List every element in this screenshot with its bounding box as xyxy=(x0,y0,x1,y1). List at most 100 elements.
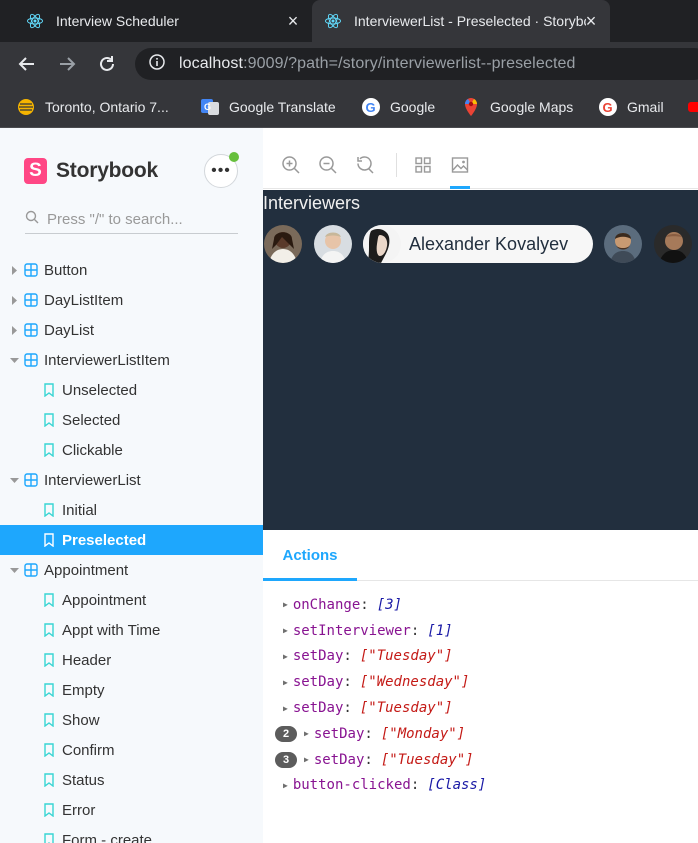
zoom-in-icon[interactable] xyxy=(280,154,302,176)
active-tool-indicator xyxy=(450,186,470,189)
sidebar-component[interactable]: Button xyxy=(0,255,263,285)
grid-icon[interactable] xyxy=(412,154,434,176)
sidebar-story[interactable]: Clickable xyxy=(0,435,263,465)
sidebar-story[interactable]: Appt with Time xyxy=(0,615,263,645)
selected-interviewer[interactable]: Alexander Kovalyev xyxy=(363,225,593,263)
address-bar: localhost:9009/?path=/story/interviewerl… xyxy=(0,42,698,86)
expand-arrow-icon[interactable]: ▶ xyxy=(304,755,309,764)
action-args: ["Tuesday"] xyxy=(359,648,453,665)
action-log-entry[interactable]: 2 ▶ setDay: ["Monday"] xyxy=(263,721,698,747)
zoom-out-icon[interactable] xyxy=(317,154,339,176)
image-background-icon[interactable] xyxy=(449,154,471,176)
separator: : xyxy=(343,700,352,717)
tab-title: Interview Scheduler xyxy=(56,13,179,29)
sidebar-story[interactable]: Appointment xyxy=(0,585,263,615)
action-name: setDay xyxy=(313,725,365,742)
sidebar-story[interactable]: Empty xyxy=(0,675,263,705)
action-log-entry[interactable]: ▶ setInterviewer: [1] xyxy=(263,618,698,644)
bookmark-google-maps[interactable]: Google Maps xyxy=(461,96,573,118)
youtube-icon[interactable] xyxy=(688,96,698,118)
sidebar-component[interactable]: DayList xyxy=(0,315,263,345)
zoom-reset-icon[interactable] xyxy=(354,154,376,176)
addons-panel: Actions ▶ onChange: [3] ▶ setInterviewer: [1]… xyxy=(263,530,698,843)
bookmark-gmail[interactable]: G Gmail xyxy=(598,96,664,118)
svg-text:G: G xyxy=(603,100,613,115)
caret-right-icon xyxy=(9,325,19,335)
sidebar-item-label: Unselected xyxy=(62,381,138,399)
close-tab-icon[interactable]: × xyxy=(284,12,302,30)
sidebar-item-label: Initial xyxy=(62,501,98,519)
tab-actions[interactable]: Actions xyxy=(263,530,357,581)
action-name: setDay xyxy=(292,700,344,717)
sidebar-story[interactable]: Status xyxy=(0,765,263,795)
google-maps-icon xyxy=(461,97,481,117)
tab-interview-scheduler[interactable]: Interview Scheduler × xyxy=(0,0,312,42)
url-host: localhost xyxy=(179,55,244,72)
sidebar-item-label: Empty xyxy=(62,681,105,699)
close-tab-icon[interactable]: × xyxy=(582,12,600,30)
expand-arrow-icon[interactable]: ▶ xyxy=(283,704,288,713)
component-icon xyxy=(24,473,38,487)
expand-arrow-icon[interactable]: ▶ xyxy=(304,729,309,738)
expand-arrow-icon[interactable]: ▶ xyxy=(283,781,288,790)
sidebar-story[interactable]: Show xyxy=(0,705,263,735)
search-input[interactable] xyxy=(47,211,227,228)
action-args: [Class] xyxy=(427,777,487,794)
active-tab-indicator xyxy=(263,578,357,581)
sidebar-story[interactable]: Unselected xyxy=(0,375,263,405)
info-icon[interactable] xyxy=(149,53,165,75)
action-log-entry[interactable]: ▶ button-clicked: [Class] xyxy=(263,773,698,799)
sidebar-component[interactable]: InterviewerList xyxy=(0,465,263,495)
sidebar-component[interactable]: InterviewerListItem xyxy=(0,345,263,375)
interviewer-avatar[interactable] xyxy=(264,225,302,263)
tab-title: InterviewerList - Preselected · Storyboo… xyxy=(354,13,586,29)
bookmark-weather[interactable]: Toronto, Ontario 7... xyxy=(16,96,169,118)
svg-text:G: G xyxy=(204,102,211,112)
sidebar-component[interactable]: Appointment xyxy=(0,555,263,585)
expand-arrow-icon[interactable]: ▶ xyxy=(283,678,288,687)
forward-arrow-icon[interactable] xyxy=(55,52,79,76)
action-args: ["Tuesday"] xyxy=(380,751,474,768)
tab-storybook[interactable]: InterviewerList - Preselected · Storyboo… xyxy=(312,0,610,42)
bookmark-icon xyxy=(43,443,55,458)
sidebar-item-label: Button xyxy=(44,261,88,279)
bookmark-icon xyxy=(43,413,55,428)
url-field[interactable]: localhost:9009/?path=/story/interviewerl… xyxy=(135,48,698,80)
sidebar-item-label: DayList xyxy=(44,321,95,339)
sidebar-story[interactable]: Form - create xyxy=(0,825,263,843)
expand-arrow-icon[interactable]: ▶ xyxy=(283,652,288,661)
bookmark-icon xyxy=(43,503,55,518)
interviewer-avatar[interactable] xyxy=(654,225,692,263)
sidebar-story[interactable]: Initial xyxy=(0,495,263,525)
storybook-logo[interactable]: S Storybook xyxy=(24,158,158,184)
expand-arrow-icon[interactable]: ▶ xyxy=(283,626,288,635)
bookmark-google-translate[interactable]: G Google Translate xyxy=(200,96,336,118)
bookmark-google[interactable]: G Google xyxy=(361,96,435,118)
reload-icon[interactable] xyxy=(95,52,119,76)
sidebar-story[interactable]: Error xyxy=(0,795,263,825)
action-log-entry[interactable]: 3 ▶ setDay: ["Tuesday"] xyxy=(263,747,698,773)
action-name: setInterviewer xyxy=(292,622,411,639)
weather-icon xyxy=(16,97,36,117)
action-log-entry[interactable]: ▶ onChange: [3] xyxy=(263,592,698,618)
interviewer-avatar[interactable] xyxy=(604,225,642,263)
action-args: ["Tuesday"] xyxy=(359,700,453,717)
toolbar-divider xyxy=(396,153,397,177)
svg-text:G: G xyxy=(366,100,376,115)
component-icon xyxy=(24,263,38,277)
action-log-entry[interactable]: ▶ setDay: ["Tuesday"] xyxy=(263,644,698,670)
sidebar-story[interactable]: Preselected xyxy=(0,525,263,555)
sidebar-component[interactable]: DayListItem xyxy=(0,285,263,315)
sidebar-story[interactable]: Selected xyxy=(0,405,263,435)
action-log-entry[interactable]: ▶ setDay: ["Tuesday"] xyxy=(263,695,698,721)
interviewer-avatar[interactable] xyxy=(314,225,352,263)
action-log-entry[interactable]: ▶ setDay: ["Wednesday"] xyxy=(263,669,698,695)
sidebar-item-label: Header xyxy=(62,651,112,669)
back-arrow-icon[interactable] xyxy=(15,52,39,76)
expand-arrow-icon[interactable]: ▶ xyxy=(283,600,288,609)
interviewers-heading: Interviewers xyxy=(263,193,361,213)
sidebar-story[interactable]: Header xyxy=(0,645,263,675)
bookmark-icon xyxy=(43,623,55,638)
sidebar-story[interactable]: Confirm xyxy=(0,735,263,765)
sidebar-menu-button[interactable]: ••• xyxy=(204,152,239,188)
